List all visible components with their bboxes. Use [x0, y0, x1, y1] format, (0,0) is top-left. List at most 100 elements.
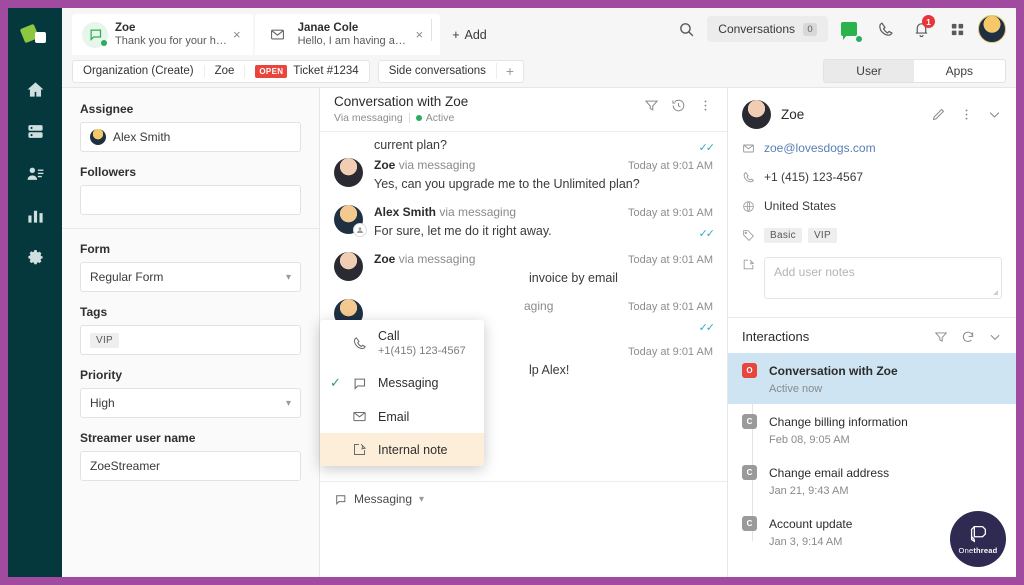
form-value: Regular Form	[90, 270, 164, 284]
bell-icon[interactable]: 1	[906, 14, 936, 44]
gear-icon[interactable]	[15, 236, 55, 278]
page-title: Conversation with Zoe	[334, 94, 469, 109]
envelope-icon	[352, 409, 378, 424]
streamer-user-name-input[interactable]: ZoeStreamer	[80, 451, 301, 481]
breadcrumb-organization[interactable]: Organization (Create)	[73, 65, 204, 77]
add-side-conversation-button[interactable]: +	[495, 63, 523, 79]
breadcrumb-ticket[interactable]: OPEN Ticket #1234	[244, 64, 368, 78]
tab-janae-cole[interactable]: Janae Cole Hello, I am having an is... ×	[254, 14, 441, 55]
grid-icon[interactable]	[942, 14, 972, 44]
interaction-title: Account update	[769, 517, 853, 531]
onethread-watermark-button[interactable]: Onethread	[950, 511, 1006, 567]
contacts-icon[interactable]	[15, 152, 55, 194]
inbox-icon[interactable]	[15, 110, 55, 152]
breadcrumb-user[interactable]: Zoe	[203, 65, 245, 77]
dropdown-item-messaging[interactable]: ✓ Messaging	[320, 366, 484, 400]
avatar	[90, 129, 106, 145]
refresh-icon[interactable]	[961, 330, 975, 344]
priority-select[interactable]: High ▾	[80, 388, 301, 418]
tab-apps[interactable]: Apps	[914, 60, 1005, 82]
message-time: Today at 9:01 AM	[628, 346, 713, 358]
followers-input[interactable]	[80, 185, 301, 215]
assignee-input[interactable]: Alex Smith	[80, 122, 301, 152]
dropdown-item-internal-note[interactable]: Internal note	[320, 433, 484, 466]
chat-bubble-icon	[82, 21, 108, 48]
tag-chip: VIP	[90, 332, 120, 348]
status-badge: C	[742, 516, 757, 531]
detail-tags: Basic VIP	[742, 228, 1002, 247]
avatar	[334, 205, 367, 237]
conversations-filter-pill[interactable]: Conversations 0	[707, 16, 828, 42]
message-text: For sure, let me do it right away.	[374, 224, 552, 238]
filter-icon[interactable]	[644, 98, 659, 113]
conversation-panel: Conversation with Zoe Via messaging Acti…	[320, 88, 728, 577]
message-composer[interactable]: Messaging ▾	[320, 481, 727, 577]
avatar[interactable]	[978, 15, 1006, 43]
field-label: Tags	[80, 305, 108, 319]
chevron-down-icon[interactable]	[987, 107, 1002, 122]
filter-icon[interactable]	[934, 330, 948, 344]
chat-icon[interactable]	[834, 14, 864, 44]
home-icon[interactable]	[15, 68, 55, 110]
chat-bubble-icon	[336, 494, 346, 505]
analytics-icon[interactable]	[15, 194, 55, 236]
email-value[interactable]: zoe@lovesdogs.com	[764, 141, 876, 155]
close-icon[interactable]: ×	[410, 27, 430, 42]
dropdown-item-email[interactable]: Email	[320, 400, 484, 433]
tags-input[interactable]: VIP	[80, 325, 301, 355]
list-item[interactable]: C Change billing information Feb 08, 9:0…	[728, 404, 1016, 455]
history-icon[interactable]	[671, 98, 686, 113]
envelope-icon	[265, 22, 291, 48]
customer-header: Zoe	[728, 88, 1016, 129]
close-icon[interactable]: ×	[227, 27, 247, 42]
dropdown-item-sub: +1(415) 123-4567	[378, 345, 466, 357]
channel-dropdown-menu[interactable]: Call +1(415) 123-4567 ✓ Messaging Email …	[320, 320, 484, 466]
field-label: Assignee	[80, 102, 134, 116]
dropdown-item-call[interactable]: Call +1(415) 123-4567	[320, 320, 484, 366]
tab-user[interactable]: User	[824, 60, 914, 82]
message-time: Today at 9:01 AM	[628, 207, 713, 219]
ticket-properties-panel: Assignee Alex Smith Followers Form Regul…	[62, 88, 320, 577]
field-assignee: Assignee Alex Smith	[80, 102, 301, 152]
conversations-count: 0	[803, 22, 817, 36]
status-badge: O	[742, 363, 757, 378]
user-notes-input[interactable]: Add user notes	[764, 257, 1002, 299]
side-conversations-tab[interactable]: Side conversations	[379, 65, 496, 77]
read-receipt-icon: ✓✓	[698, 228, 716, 240]
chevron-down-icon: ▾	[285, 271, 291, 283]
field-label: Priority	[80, 368, 123, 382]
divider	[431, 18, 433, 41]
streamer-user-name-value: ZoeStreamer	[90, 459, 161, 473]
top-tab-bar: Zoe Thank you for your hel... × Janae Co…	[62, 8, 1016, 55]
search-icon[interactable]	[671, 14, 701, 44]
list-item[interactable]: C Change email address Jan 21, 9:43 AM	[728, 455, 1016, 506]
dropdown-item-label: Email	[378, 409, 410, 424]
avatar	[742, 100, 771, 129]
agent-badge-icon	[353, 223, 367, 237]
customer-name: Zoe	[781, 107, 805, 122]
conversation-via: Via messaging	[334, 112, 403, 124]
chevron-down-icon[interactable]	[988, 330, 1002, 344]
conversation-subtitle: Via messaging Active	[334, 112, 468, 124]
more-vertical-icon[interactable]	[959, 107, 974, 122]
composer-channel-selector[interactable]: Messaging ▾	[334, 492, 713, 506]
more-vertical-icon[interactable]	[698, 98, 713, 113]
interactions-header: Interactions	[728, 317, 1016, 353]
list-item[interactable]: O Conversation with Zoe Active now	[728, 353, 1016, 404]
status-badge: C	[742, 414, 757, 429]
app-logo[interactable]	[19, 20, 50, 50]
form-select[interactable]: Regular Form ▾	[80, 262, 301, 292]
tag-chip[interactable]: VIP	[807, 228, 837, 243]
check-icon: ✓	[330, 375, 341, 390]
tag-chip[interactable]: Basic	[764, 228, 802, 243]
tab-zoe[interactable]: Zoe Thank you for your hel... ×	[72, 14, 253, 55]
pencil-icon[interactable]	[931, 107, 946, 122]
message-item: Alex Smith via messaging Today at 9:01 A…	[334, 205, 716, 240]
divider	[62, 228, 319, 229]
message-author: aging	[524, 299, 554, 313]
read-receipt-icon: ✓✓	[698, 142, 716, 154]
field-form: Form Regular Form ▾	[80, 242, 301, 292]
breadcrumb-label: Ticket #1234	[293, 65, 359, 77]
add-tab-button[interactable]: + Add	[442, 14, 497, 55]
phone-icon[interactable]	[870, 14, 900, 44]
